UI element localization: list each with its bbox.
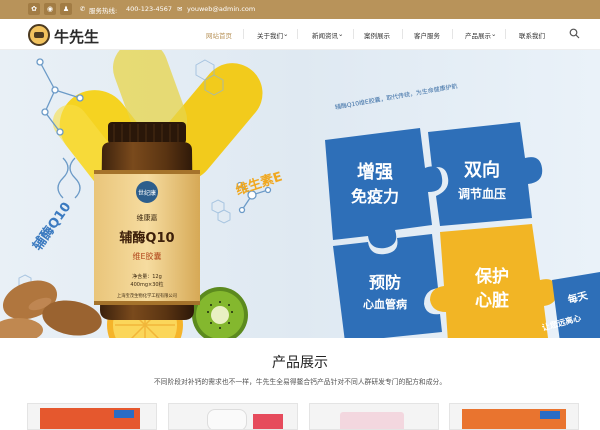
phone-icon: ✆ (80, 5, 86, 13)
bottle-spec2: 400mg×30粒 (130, 281, 163, 288)
puzzle-piece-2: 双向 调节血压 (428, 122, 543, 226)
bottle-maker: 上海宝茂生物化学工程有限公司 (117, 292, 177, 299)
dna-icon (57, 157, 81, 199)
puzzle-2-line2: 调节血压 (458, 186, 506, 201)
hero-banner-art: 辅酶Q10 维生素E 世纪康 维康嘉 辅酶Q10 维E胶囊 净含量：12g 40… (0, 50, 600, 338)
logo-mascot-icon (28, 24, 50, 46)
nav-item-products[interactable]: 产品展示 (465, 30, 491, 40)
product-card[interactable] (309, 403, 439, 430)
nav-item-news[interactable]: 新闻资讯 (312, 30, 338, 40)
q10-banner-text: 辅酶Q10 (30, 199, 75, 253)
puzzle-4-line2: 心脏 (475, 290, 509, 311)
nav-divider (402, 29, 403, 39)
nav-divider (452, 29, 453, 39)
weibo-icon[interactable]: ◉ (44, 3, 56, 15)
products-description: 不同阶段对补钙的需求也不一样，牛先生全易得鳌合钙产品针对不同人群研发专门的配方和… (153, 378, 447, 386)
brand-name: 牛先生 (54, 28, 100, 46)
puzzle-3-line2: 心血管病 (363, 297, 407, 311)
wechat-icon[interactable]: ✿ (28, 3, 40, 15)
qq-icon[interactable]: ♟ (60, 3, 72, 15)
chevron-down-icon: ⌄ (491, 30, 497, 38)
nav-item-about[interactable]: 关于我们 (257, 30, 283, 40)
email-link[interactable]: youweb@admin.com (187, 5, 255, 13)
products-title: 产品展示 (272, 355, 328, 371)
product-image (340, 412, 404, 429)
puzzle-piece-1: 增强 免疫力 (325, 128, 443, 249)
bottle-line1: 维康嘉 (137, 213, 158, 222)
bottle-sub: 维E胶囊 (132, 251, 161, 261)
puzzle-3-line1: 预防 (369, 273, 401, 292)
top-bar: ✿ ◉ ♟ ✆ 服务热线: 400-123-4567 ✉ youweb@admi… (0, 0, 600, 19)
puzzle-2-line1: 双向 (464, 159, 500, 181)
nav-item-contact[interactable]: 联系我们 (519, 30, 545, 40)
vitamin-e-banner-text: 维生素E (234, 169, 284, 199)
puzzle-piece-3: 预防 心血管病 (333, 234, 442, 338)
phone-label: 服务热线: (89, 7, 118, 15)
main-nav: 牛先生 网站首页 关于我们 ⌄ 新闻资讯 ⌄ 案例展示 客户服务 产品展示 ⌄ … (0, 19, 600, 50)
bottle-name: 辅酶Q10 (119, 230, 174, 246)
nav-item-cases[interactable]: 案例展示 (364, 30, 390, 40)
banner-slogan: 辅酶Q10维E胶囊，取代传统，为生命健康护航 (334, 82, 458, 111)
site-logo[interactable]: 牛先生 (28, 24, 118, 46)
product-card[interactable] (449, 403, 579, 430)
nav-item-home[interactable]: 网站首页 (206, 30, 232, 40)
chevron-down-icon: ⌄ (283, 30, 289, 38)
email-icon: ✉ (177, 5, 183, 13)
bottle-spec1: 净含量：12g (132, 273, 162, 280)
product-image (207, 409, 247, 429)
product-bottle: 世纪康 维康嘉 辅酶Q10 维E胶囊 净含量：12g 400mg×30粒 上海宝… (94, 122, 200, 320)
puzzle-4-line1: 保护 (474, 266, 509, 287)
puzzle-1-line1: 增强 (357, 161, 393, 183)
puzzle-piece-4: 保护 心脏 (430, 224, 558, 338)
product-card[interactable] (168, 403, 298, 430)
product-card[interactable] (27, 403, 157, 430)
puzzle-1-line2: 免疫力 (351, 187, 399, 206)
nav-divider (505, 29, 506, 39)
nav-divider (243, 29, 244, 39)
bottle-brand: 世纪康 (138, 189, 156, 197)
chevron-down-icon: ⌄ (338, 30, 344, 38)
nav-divider (297, 29, 298, 39)
nav-item-service[interactable]: 客户服务 (414, 30, 440, 40)
hero-banner[interactable]: 辅酶Q10 维生素E 世纪康 维康嘉 辅酶Q10 维E胶囊 净含量：12g 40… (0, 50, 600, 338)
almond (0, 318, 43, 338)
phone-number: 400-123-4567 (126, 5, 173, 13)
search-icon[interactable] (569, 28, 580, 39)
nav-divider (353, 29, 354, 39)
